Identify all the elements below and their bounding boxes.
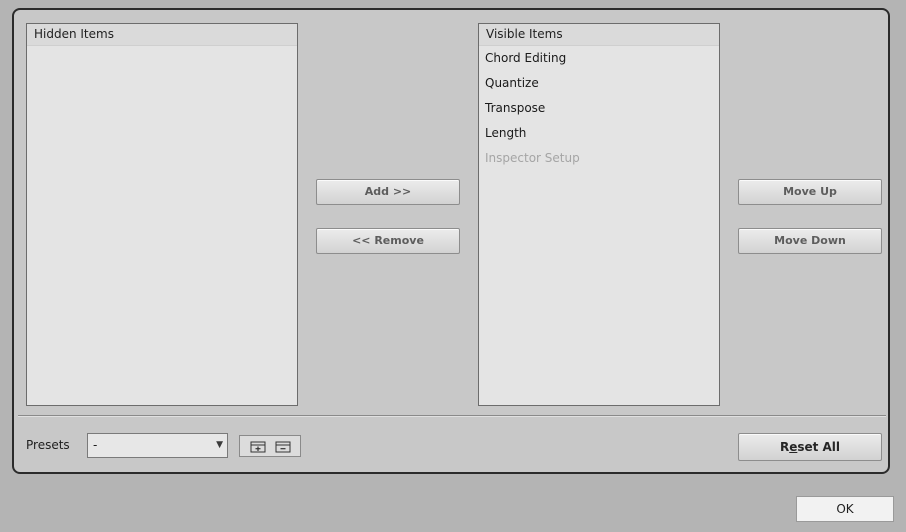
presets-label: Presets xyxy=(26,438,70,452)
add-button[interactable]: Add >> xyxy=(316,179,460,205)
hidden-items-list[interactable]: Hidden Items xyxy=(26,23,298,406)
list-item-transpose[interactable]: Transpose xyxy=(479,96,719,121)
move-down-button[interactable]: Move Down xyxy=(738,228,882,254)
reset-all-label-start: R xyxy=(779,440,790,454)
hidden-items-header: Hidden Items xyxy=(27,24,297,46)
presets-dropdown[interactable]: - ▼ xyxy=(87,433,228,458)
ok-button[interactable]: OK xyxy=(796,496,894,522)
visible-items-header: Visible Items xyxy=(479,24,719,46)
remove-button[interactable]: << Remove xyxy=(316,228,460,254)
save-preset-icon[interactable] xyxy=(248,437,268,455)
preset-actions xyxy=(239,435,301,457)
reset-all-label-end: set All xyxy=(797,440,841,454)
visible-items-list[interactable]: Visible Items Chord Editing Quantize Tra… xyxy=(478,23,720,406)
list-item-quantize[interactable]: Quantize xyxy=(479,71,719,96)
presets-selected-value: - xyxy=(93,438,98,452)
reset-all-button[interactable]: Reset All xyxy=(738,433,882,461)
chevron-down-icon: ▼ xyxy=(216,440,223,450)
list-item-length[interactable]: Length xyxy=(479,121,719,146)
delete-preset-icon[interactable] xyxy=(273,437,293,455)
separator xyxy=(18,415,886,417)
list-item-inspector-setup: Inspector Setup xyxy=(485,151,580,165)
setup-dialog: Hidden Items Add >> << Remove Visible It… xyxy=(0,0,906,532)
setup-panel: Hidden Items Add >> << Remove Visible It… xyxy=(12,8,890,474)
move-up-button[interactable]: Move Up xyxy=(738,179,882,205)
list-item-chord-editing[interactable]: Chord Editing xyxy=(479,46,719,71)
